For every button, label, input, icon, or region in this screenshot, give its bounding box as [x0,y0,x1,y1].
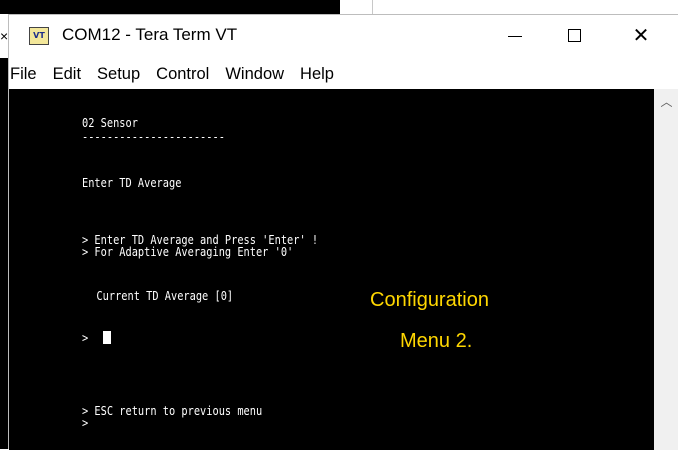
menu-bar: File Edit Setup Control Window Help [9,59,678,89]
terminal-line-instruction-2: > For Adaptive Averaging Enter '0' [82,245,294,259]
maximize-button[interactable] [552,19,596,51]
menu-edit[interactable]: Edit [48,65,86,84]
background-window [0,0,340,14]
scroll-up-arrow-icon[interactable]: ︿ [654,89,678,113]
close-button[interactable]: ✕ [619,19,663,51]
menu-help[interactable]: Help [295,65,339,84]
terminal-line-current-value: Current TD Average [0] [84,289,234,303]
terminal-cursor [103,331,111,344]
close-icon: ✕ [632,23,650,47]
title-bar[interactable]: VT COM12 - Tera Term VT ✕ [9,15,678,59]
terminal-line-prompt-heading: Enter TD Average [82,176,182,190]
terminal-line-esc-hint: > ESC return to previous menu [82,404,263,418]
background-close-icon: × [0,28,9,44]
terminal-line-separator: ----------------------- [82,130,225,144]
minimize-icon [508,35,522,37]
background-window-edge [372,0,373,14]
menu-file[interactable]: File [5,65,42,84]
terminal-line-final-prompt: > [82,416,89,430]
teraterm-window: VT COM12 - Tera Term VT ✕ File Edit Setu… [8,14,678,450]
window-title: COM12 - Tera Term VT [62,25,238,44]
teraterm-app-icon[interactable]: VT [29,27,49,45]
annotation-line-1: Configuration [370,289,489,311]
menu-control[interactable]: Control [151,65,214,84]
maximize-icon [567,28,581,42]
vertical-scrollbar[interactable]: ︿ [654,89,678,450]
menu-setup[interactable]: Setup [92,65,145,84]
minimize-button[interactable] [493,19,537,51]
terminal-line-sensor-title: 02 Sensor [82,116,138,130]
menu-window[interactable]: Window [220,65,289,84]
annotation-line-2: Menu 2. [400,330,473,352]
terminal-line-input-prompt: > [82,331,95,345]
